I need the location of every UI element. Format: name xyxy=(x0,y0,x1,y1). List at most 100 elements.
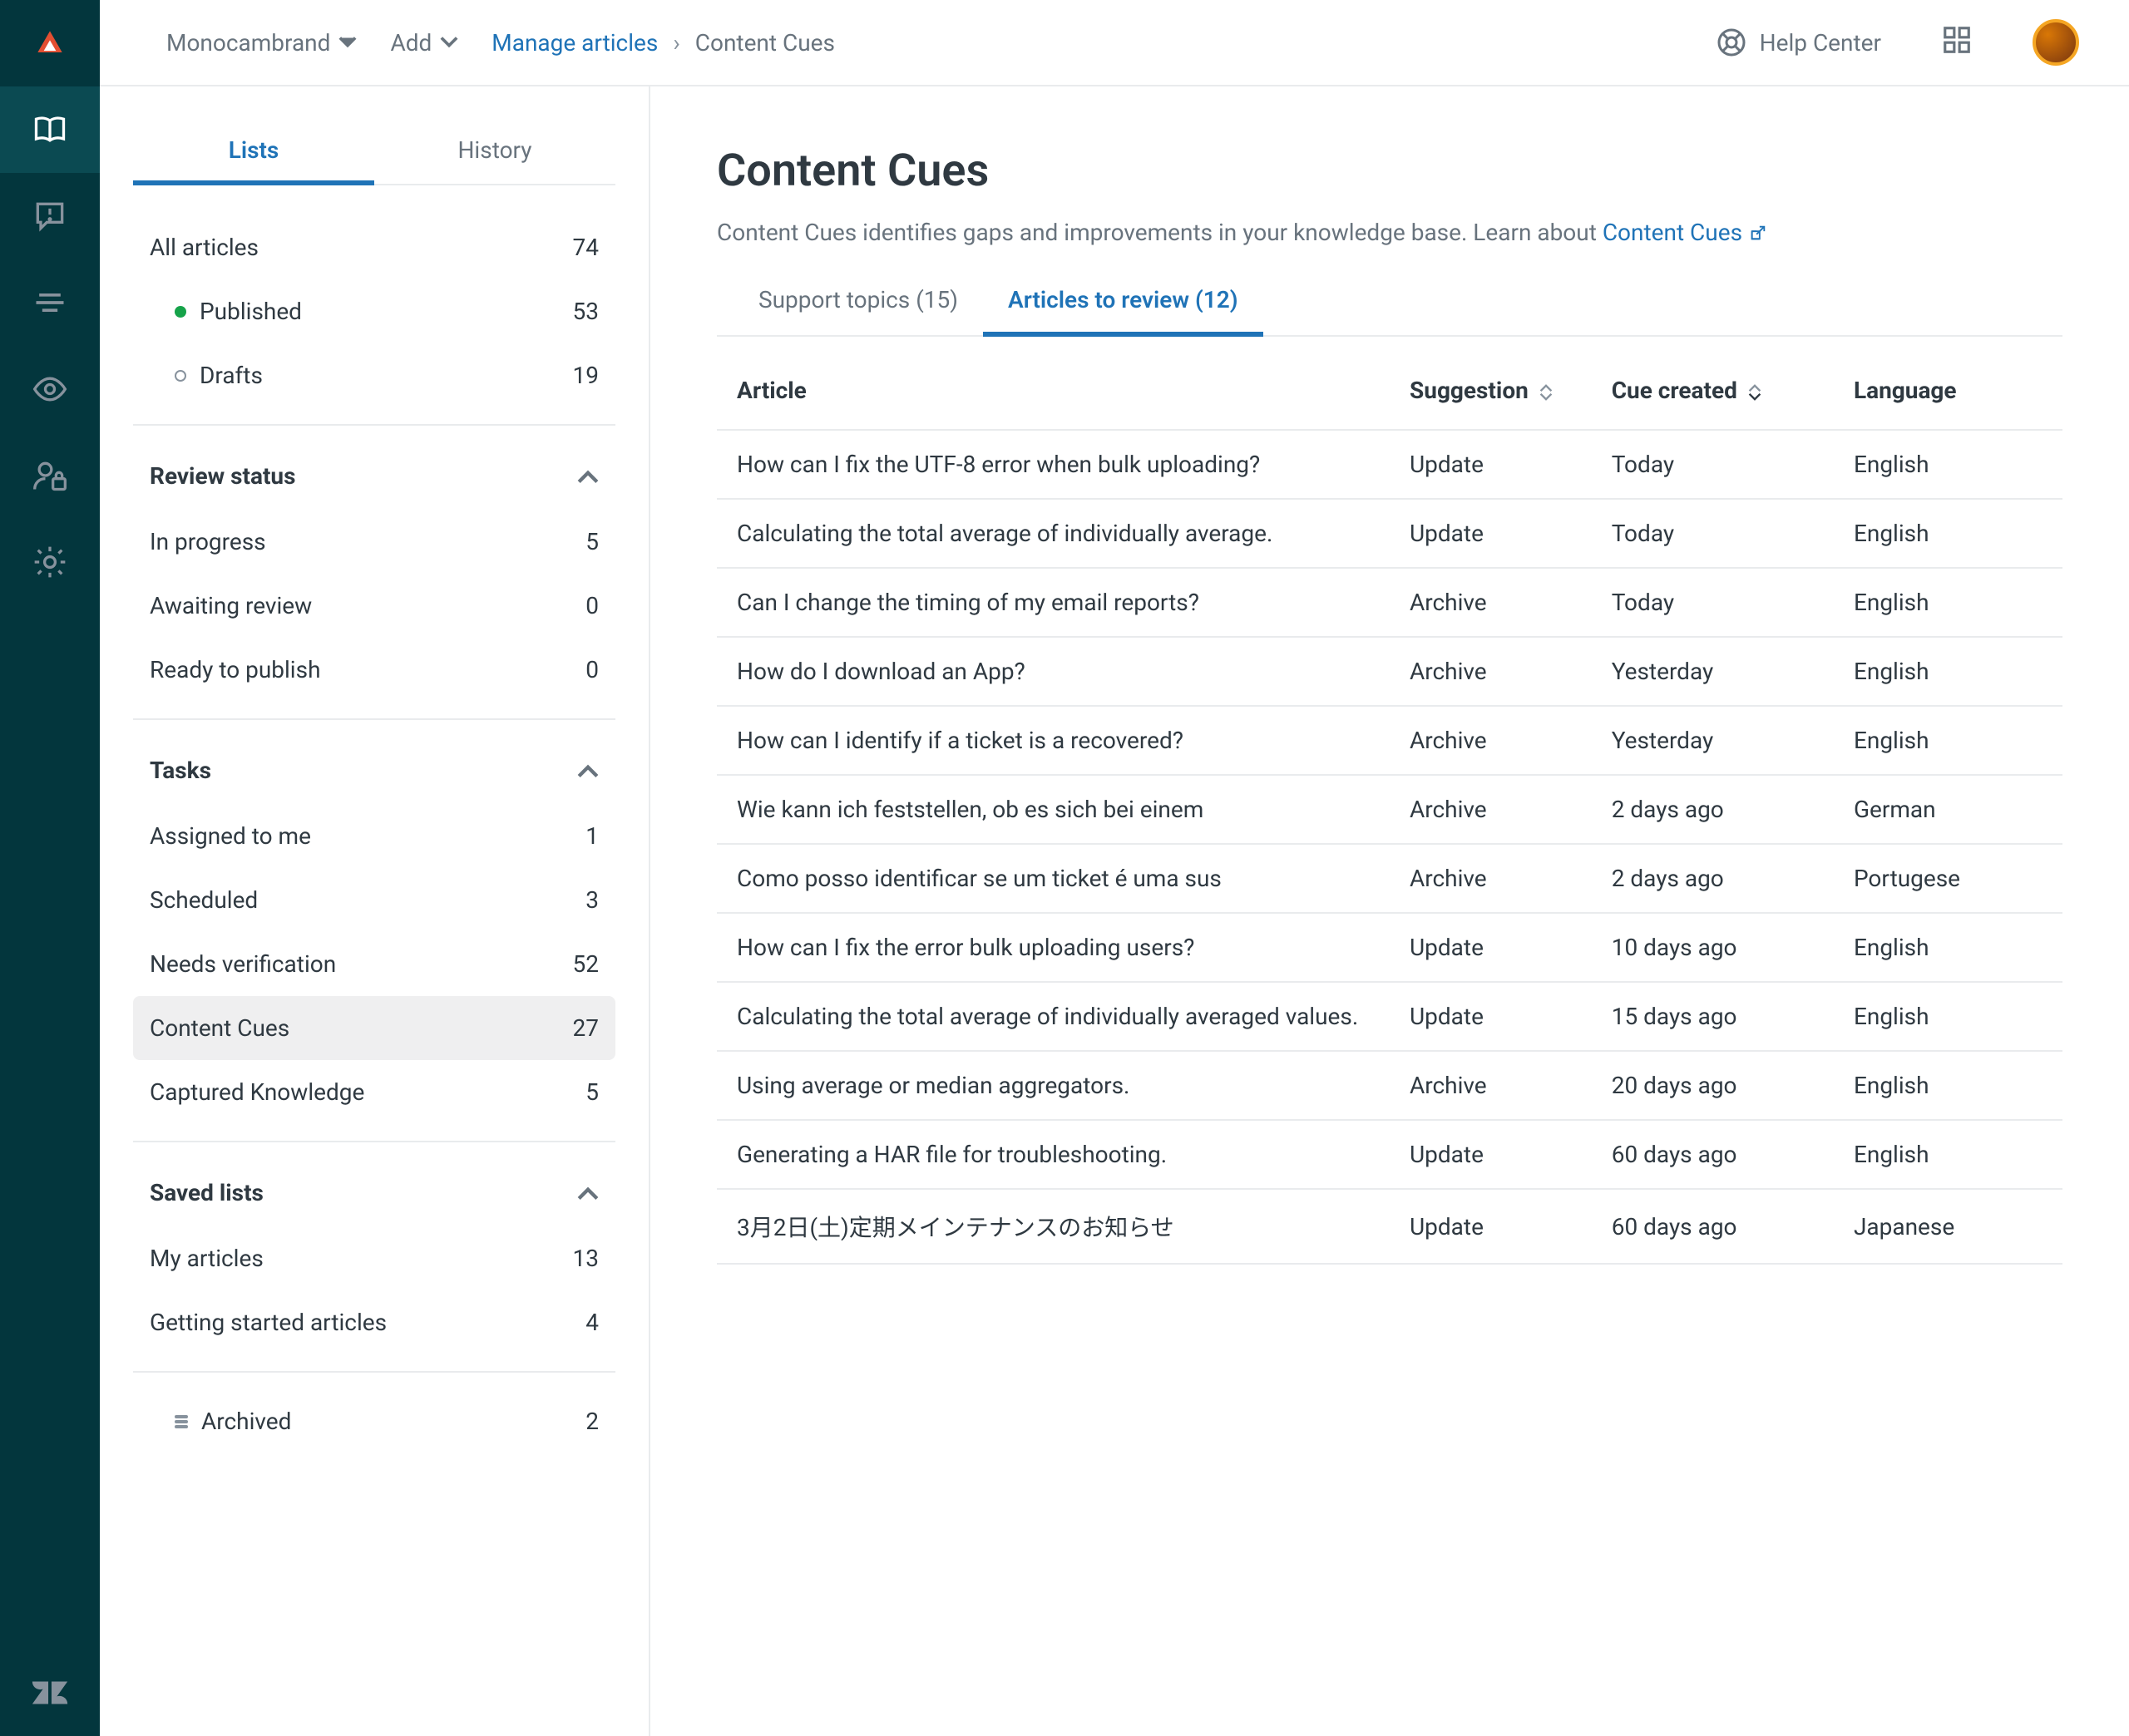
sidebar-item-published[interactable]: Published 53 xyxy=(133,279,615,343)
sidebar-item-needs-verification[interactable]: Needs verification 52 xyxy=(133,932,615,996)
tab-history[interactable]: History xyxy=(374,120,615,184)
cell-language: English xyxy=(1834,913,2062,982)
table-row[interactable]: How can I identify if a ticket is a reco… xyxy=(717,706,2062,775)
cell-suggestion: Update xyxy=(1390,1189,1592,1264)
sidebar-item-all-articles[interactable]: All articles 74 xyxy=(133,215,615,279)
page-description-text: Content Cues identifies gaps and improve… xyxy=(717,219,1603,246)
apps-menu[interactable] xyxy=(1941,24,1973,62)
table-row[interactable]: How do I download an App?ArchiveYesterda… xyxy=(717,637,2062,706)
sidebar-item-my-articles[interactable]: My articles 13 xyxy=(133,1226,615,1290)
product-logo[interactable] xyxy=(0,0,100,86)
section-header-label: Review status xyxy=(150,462,296,490)
sidebar-item-in-progress[interactable]: In progress 5 xyxy=(133,510,615,574)
lifebuoy-icon xyxy=(1717,27,1746,57)
section-header-review-status[interactable]: Review status xyxy=(133,442,615,510)
table-row[interactable]: Como posso identificar se um ticket é um… xyxy=(717,844,2062,913)
cell-article: Calculating the total average of individ… xyxy=(717,982,1390,1051)
avatar[interactable] xyxy=(2033,19,2079,66)
add-label: Add xyxy=(390,29,432,57)
rail-permissions[interactable] xyxy=(0,432,100,519)
count: 74 xyxy=(573,234,599,261)
sidebar-item-label: Needs verification xyxy=(150,950,336,978)
cell-cue-created: Yesterday xyxy=(1592,637,1834,706)
cell-article: How can I identify if a ticket is a reco… xyxy=(717,706,1390,775)
count: 4 xyxy=(585,1309,599,1336)
table-row[interactable]: Calculating the total average of individ… xyxy=(717,499,2062,568)
brand-dropdown[interactable]: Monocambrand xyxy=(166,29,357,57)
sidebar-item-label: Archived xyxy=(201,1408,291,1435)
table-row[interactable]: Wie kann ich feststellen, ob es sich bei… xyxy=(717,775,2062,844)
cell-suggestion: Update xyxy=(1390,913,1592,982)
table-row[interactable]: How can I fix the UTF-8 error when bulk … xyxy=(717,430,2062,499)
table-row[interactable]: How can I fix the error bulk uploading u… xyxy=(717,913,2062,982)
page-title: Content Cues xyxy=(717,145,2062,197)
cell-language: English xyxy=(1834,499,2062,568)
tab-lists[interactable]: Lists xyxy=(133,120,374,184)
col-header-suggestion[interactable]: Suggestion xyxy=(1390,362,1592,430)
topbar: Monocambrand Add Manage articles › Conte… xyxy=(100,0,2129,86)
cell-cue-created: 10 days ago xyxy=(1592,913,1834,982)
cell-suggestion: Archive xyxy=(1390,844,1592,913)
cell-language: Portugese xyxy=(1834,844,2062,913)
sidebar-item-assigned-to-me[interactable]: Assigned to me 1 xyxy=(133,804,615,868)
tab-articles-to-review[interactable]: Articles to review (12) xyxy=(1008,286,1238,335)
table-row[interactable]: Can I change the timing of my email repo… xyxy=(717,568,2062,637)
sidebar-item-captured-knowledge[interactable]: Captured Knowledge 5 xyxy=(133,1060,615,1124)
cell-cue-created: Today xyxy=(1592,499,1834,568)
cell-article: Can I change the timing of my email repo… xyxy=(717,568,1390,637)
col-header-language[interactable]: Language xyxy=(1834,362,2062,430)
cell-cue-created: 20 days ago xyxy=(1592,1051,1834,1120)
zendesk-icon xyxy=(29,1672,71,1714)
cell-article: Como posso identificar se um ticket é um… xyxy=(717,844,1390,913)
link-text: Content Cues xyxy=(1603,219,1742,246)
sidebar-item-awaiting-review[interactable]: Awaiting review 0 xyxy=(133,574,615,638)
cell-cue-created: Today xyxy=(1592,430,1834,499)
status-dot-published xyxy=(175,306,186,318)
col-header-article[interactable]: Article xyxy=(717,362,1390,430)
rail-customize[interactable] xyxy=(0,346,100,432)
cell-cue-created: Yesterday xyxy=(1592,706,1834,775)
section-header-tasks[interactable]: Tasks xyxy=(133,737,615,804)
articles-table: Article Suggestion Cue created xyxy=(717,362,2062,1265)
help-center-label: Help Center xyxy=(1760,29,1881,57)
help-center-link[interactable]: Help Center xyxy=(1717,27,1881,57)
section-header-saved-lists[interactable]: Saved lists xyxy=(133,1159,615,1226)
cell-cue-created: Today xyxy=(1592,568,1834,637)
chevron-up-icon xyxy=(577,760,599,782)
topbar-left: Monocambrand Add Manage articles › Conte… xyxy=(166,29,835,57)
rail-settings[interactable] xyxy=(0,519,100,605)
count: 5 xyxy=(585,1078,599,1106)
table-row[interactable]: Generating a HAR file for troubleshootin… xyxy=(717,1120,2062,1189)
table-row[interactable]: 3月2日(土)定期メインテナンスのお知らせUpdate60 days agoJa… xyxy=(717,1189,2062,1264)
rail-zendesk[interactable] xyxy=(0,1650,100,1736)
count: 13 xyxy=(573,1245,599,1272)
breadcrumb-current: Content Cues xyxy=(695,29,835,57)
sort-down-icon xyxy=(1748,392,1761,401)
sidebar-item-label: All articles xyxy=(150,234,259,261)
table-row[interactable]: Calculating the total average of individ… xyxy=(717,982,2062,1051)
rail-moderation[interactable] xyxy=(0,173,100,259)
rail-knowledge[interactable] xyxy=(0,86,100,173)
breadcrumb-separator: › xyxy=(673,29,679,57)
sidebar-item-archived[interactable]: Archived 2 xyxy=(133,1389,615,1453)
chevron-down-icon xyxy=(440,33,458,52)
breadcrumb-parent[interactable]: Manage articles xyxy=(491,29,658,57)
sidebar-item-scheduled[interactable]: Scheduled 3 xyxy=(133,868,615,932)
gear-icon xyxy=(32,544,68,580)
sidebar-item-ready-to-publish[interactable]: Ready to publish 0 xyxy=(133,638,615,702)
sidebar-tabs: Lists History xyxy=(133,120,615,185)
tab-support-topics[interactable]: Support topics (15) xyxy=(717,286,958,335)
table-row[interactable]: Using average or median aggregators.Arch… xyxy=(717,1051,2062,1120)
rail-arrange[interactable] xyxy=(0,259,100,346)
arrange-icon xyxy=(32,284,68,321)
cell-language: English xyxy=(1834,1120,2062,1189)
col-header-cue-created[interactable]: Cue created xyxy=(1592,362,1834,430)
content-cues-doc-link[interactable]: Content Cues xyxy=(1603,219,1767,246)
cell-article: How can I fix the UTF-8 error when bulk … xyxy=(717,430,1390,499)
count: 5 xyxy=(585,528,599,555)
sidebar-item-drafts[interactable]: Drafts 19 xyxy=(133,343,615,407)
count: 53 xyxy=(573,298,599,325)
add-dropdown[interactable]: Add xyxy=(390,29,458,57)
sidebar-item-getting-started[interactable]: Getting started articles 4 xyxy=(133,1290,615,1354)
sidebar-item-content-cues[interactable]: Content Cues 27 xyxy=(133,996,615,1060)
